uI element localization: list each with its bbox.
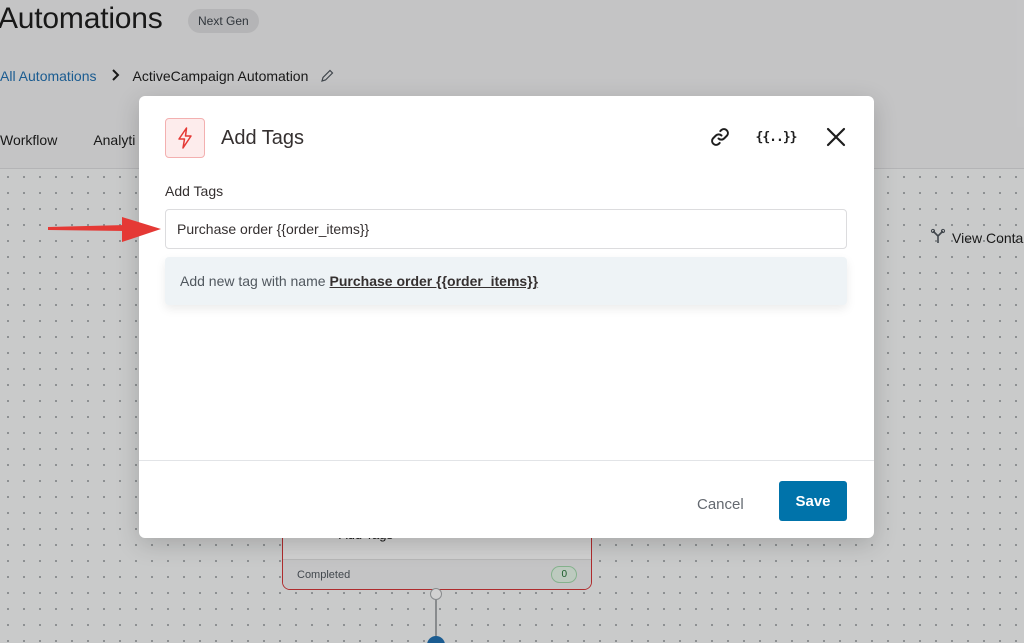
merge-tags-icon[interactable]: {{..}} — [756, 124, 798, 150]
add-tags-field-label: Add Tags — [165, 183, 224, 199]
cancel-button[interactable]: Cancel — [685, 485, 756, 523]
modal-header: Add Tags {{..}} — [139, 96, 874, 180]
bolt-icon — [165, 118, 205, 158]
modal-footer: Cancel Save — [139, 460, 874, 538]
suggestion-prefix: Add new tag with name — [180, 273, 326, 289]
add-tags-modal: Add Tags {{..}} Add Tags Add new tag wit… — [139, 96, 874, 538]
close-icon[interactable] — [823, 124, 849, 150]
tag-search-input[interactable] — [165, 209, 847, 249]
link-icon[interactable] — [707, 124, 733, 150]
save-button[interactable]: Save — [779, 481, 847, 521]
create-tag-suggestion[interactable]: Add new tag with name Purchase order {{o… — [165, 257, 847, 305]
suggestion-tag-name: Purchase order {{order_items}} — [329, 273, 539, 289]
annotation-arrow — [48, 217, 161, 242]
modal-title: Add Tags — [221, 127, 305, 149]
